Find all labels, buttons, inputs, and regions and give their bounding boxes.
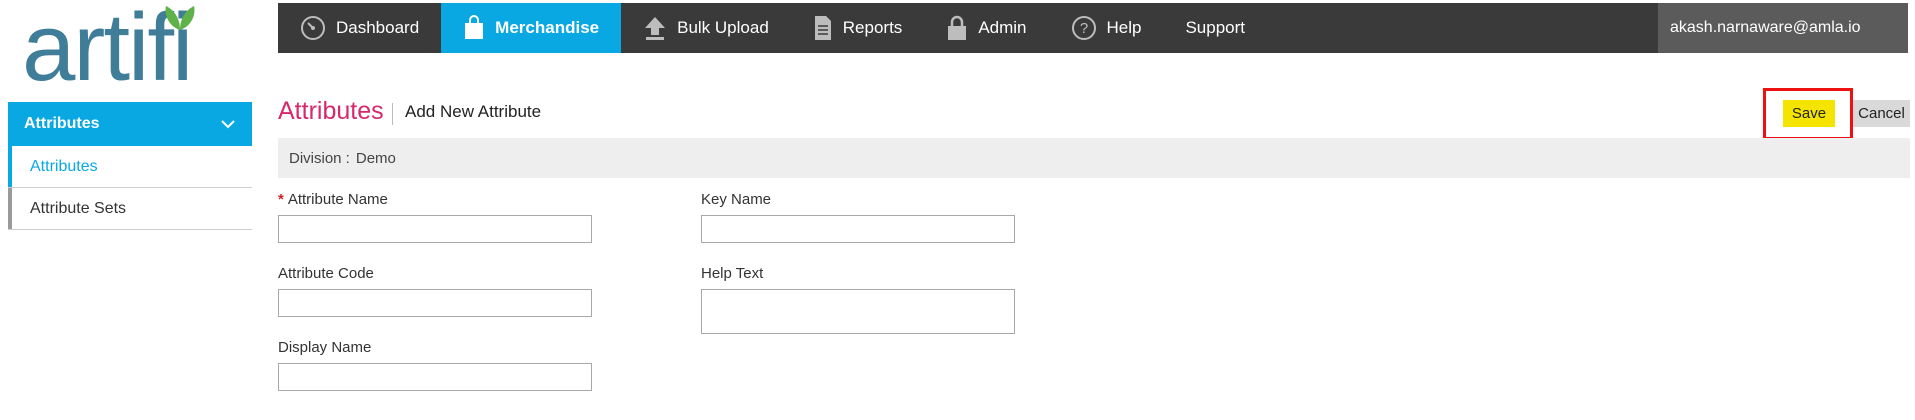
user-account-menu[interactable]: akash.narnaware@amla.io xyxy=(1658,3,1908,53)
sidebar-item-attributes[interactable]: Attributes xyxy=(8,146,252,188)
display-name-input[interactable] xyxy=(278,363,592,391)
attribute-name-input[interactable] xyxy=(278,215,592,243)
nav-dashboard-label: Dashboard xyxy=(336,18,420,37)
sidebar-item-attribute-sets[interactable]: Attribute Sets xyxy=(8,188,252,230)
artifi-logo[interactable]: artifi xyxy=(22,0,222,96)
sidebar-item-label: Attributes xyxy=(30,157,98,175)
nav-help[interactable]: ? Help xyxy=(1049,3,1164,53)
dashboard-gauge-icon xyxy=(301,16,325,40)
nav-bulk-upload-label: Bulk Upload xyxy=(677,18,769,37)
attribute-name-label: * Attribute Name xyxy=(278,191,388,208)
key-name-label: Key Name xyxy=(701,191,772,208)
upload-icon xyxy=(645,17,666,40)
nav-reports[interactable]: Reports xyxy=(791,3,925,53)
lock-icon xyxy=(948,15,967,40)
division-bar: Division : Demo xyxy=(278,138,1910,178)
nav-admin-label: Admin xyxy=(978,18,1027,37)
nav-bulk-upload[interactable]: Bulk Upload xyxy=(621,3,791,53)
nav-help-label: Help xyxy=(1106,18,1142,37)
nav-merchandise[interactable]: Merchandise xyxy=(441,3,622,53)
display-name-label: Display Name xyxy=(278,339,372,356)
attribute-code-label: Attribute Code xyxy=(278,265,374,282)
shopping-bag-icon xyxy=(465,15,484,39)
save-button[interactable]: Save xyxy=(1783,100,1835,127)
sidebar-item-label: Attribute Sets xyxy=(30,199,127,217)
chevron-down-icon xyxy=(221,120,235,129)
attribute-name-label-text: Attribute Name xyxy=(287,191,388,208)
nav-dashboard[interactable]: Dashboard xyxy=(278,3,441,53)
nav-admin[interactable]: Admin xyxy=(924,3,1048,53)
top-navigation: Dashboard Merchandise Bulk Upload Report… xyxy=(278,3,1908,53)
page-title: Attributes xyxy=(278,97,384,125)
user-email: akash.narnaware@amla.io xyxy=(1670,19,1861,36)
nav-merchandise-label: Merchandise xyxy=(495,18,600,37)
svg-text:?: ? xyxy=(1079,20,1087,37)
nav-reports-label: Reports xyxy=(842,18,903,37)
sidebar-header-label: Attributes xyxy=(24,115,100,132)
help-text-textarea[interactable] xyxy=(701,289,1015,334)
help-text-label: Help Text xyxy=(701,265,764,282)
sidebar-section-attributes[interactable]: Attributes xyxy=(8,102,252,146)
required-marker: * xyxy=(278,191,284,208)
title-divider xyxy=(392,103,393,125)
page-subtitle: Add New Attribute xyxy=(405,102,542,121)
key-name-input[interactable] xyxy=(701,215,1015,243)
leaf-icon xyxy=(165,6,195,30)
nav-support[interactable]: Support xyxy=(1163,3,1267,53)
sidebar: Attributes Attributes Attribute Sets xyxy=(8,102,252,230)
document-icon xyxy=(814,16,831,40)
attribute-code-input[interactable] xyxy=(278,289,592,317)
division-label: Division : xyxy=(289,149,350,167)
nav-support-label: Support xyxy=(1185,18,1246,37)
help-circle-icon: ? xyxy=(1071,16,1096,40)
division-value: Demo xyxy=(355,149,396,167)
cancel-button[interactable]: Cancel xyxy=(1853,100,1910,127)
